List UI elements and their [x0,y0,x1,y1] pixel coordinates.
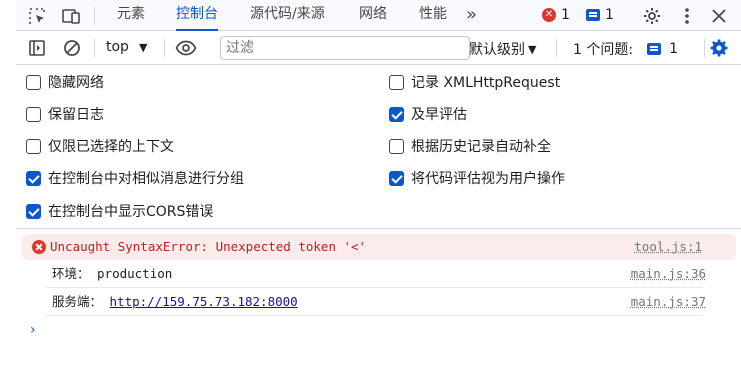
console-toolbar: top ▼ 默认级别 ▼ 1 个问题: 1 [16,31,741,65]
log-levels-label: 默认级别 [469,42,525,58]
toolbar-divider [94,39,95,57]
issues-count: 1 [669,41,678,57]
checkbox-checked[interactable] [389,106,404,122]
option-label: 在控制台中对相似消息进行分组 [48,171,244,187]
message-source-link[interactable]: tool.js:1 [634,234,702,260]
checkbox[interactable] [389,74,404,90]
option-label: 及早评估 [411,107,467,123]
tabbar-divider [94,7,95,25]
issues-label: 1 个问题: [573,42,634,58]
checkbox[interactable] [26,106,41,122]
gear-icon[interactable] [641,5,663,27]
option-user-activation[interactable]: 将代码评估视为用户操作 [389,168,565,188]
option-label: 在控制台中显示CORS错误 [48,204,214,220]
error-icon [32,240,46,254]
issues-icon [647,43,662,55]
device-toolbar-icon[interactable] [60,5,82,27]
option-label: 记录 XMLHttpRequest [411,75,561,91]
tab-elements[interactable]: 元素 [117,0,145,31]
console-message-error[interactable]: Uncaught SyntaxError: Unexpected token '… [22,234,736,260]
message-counter[interactable]: 1 [586,7,614,23]
option-selected-context-only[interactable]: 仅限已选择的上下文 [26,136,174,156]
message-count: 1 [605,7,614,23]
toolbar-divider [164,39,165,57]
message-text: 环境： production [52,266,173,281]
option-show-cors-errors[interactable]: 在控制台中显示CORS错误 [26,201,213,221]
checkbox[interactable] [389,138,404,154]
dropdown-arrow-icon: ▼ [528,42,537,56]
row-divider [46,315,702,316]
toolbar-divider [704,39,705,57]
option-group-similar[interactable]: 在控制台中对相似消息进行分组 [26,168,244,188]
console-message-log[interactable]: 服务端： http://159.75.73.182:8000 main.js:3… [22,289,736,315]
checkbox[interactable] [26,74,41,90]
error-counter[interactable]: ✕ 1 [542,7,570,23]
error-count: 1 [561,7,570,23]
console-output: Uncaught SyntaxError: Unexpected token '… [16,230,741,389]
more-options-icon[interactable] [676,5,698,27]
option-label: 仅限已选择的上下文 [48,139,174,155]
option-preserve-log[interactable]: 保留日志 [26,104,104,124]
tab-network[interactable]: 网络 [359,0,387,31]
option-label: 隐藏网络 [48,75,104,91]
option-label: 将代码评估视为用户操作 [411,171,565,187]
error-badge-icon: ✕ [542,8,556,22]
checkbox[interactable] [26,138,41,154]
inspect-element-icon[interactable] [26,5,48,27]
left-gutter [0,0,16,389]
more-tabs-button[interactable]: » [466,0,477,31]
eye-icon[interactable] [175,37,197,59]
dropdown-arrow-icon: ▼ [138,40,148,54]
close-icon[interactable] [708,5,730,27]
log-levels-dropdown[interactable]: 默认级别 ▼ [469,39,536,59]
tab-performance[interactable]: 性能 [419,0,447,31]
console-settings-gear-icon[interactable] [708,37,730,59]
console-settings-panel: 隐藏网络 保留日志 仅限已选择的上下文 在控制台中对相似消息进行分组 在控制台中… [16,65,741,229]
message-text: 服务端： http://159.75.73.182:8000 [52,289,298,315]
option-log-xhr[interactable]: 记录 XMLHttpRequest [389,72,560,92]
show-sidebar-icon[interactable] [26,37,48,59]
message-text: Uncaught SyntaxError: Unexpected token '… [50,239,367,254]
toolbar-divider [556,39,557,57]
checkbox-checked[interactable] [26,203,41,219]
context-value: top [106,39,129,55]
message-badge-icon [586,9,600,21]
context-selector[interactable]: top ▼ [106,39,147,55]
message-source-link[interactable]: main.js:37 [631,289,706,315]
clear-console-icon[interactable] [61,37,83,59]
option-label: 保留日志 [48,107,104,123]
row-divider [46,287,702,288]
checkbox-checked[interactable] [26,170,41,186]
filter-input[interactable] [220,36,470,60]
option-autocomplete-history[interactable]: 根据历史记录自动补全 [389,136,551,156]
devtools-tabbar: 元素 控制台 源代码/来源 网络 性能 » ✕ 1 1 [16,0,741,31]
option-hide-network[interactable]: 隐藏网络 [26,72,104,92]
issues-button[interactable]: 1 个问题: 1 [573,39,678,59]
console-prompt-chevron-icon[interactable]: › [30,322,36,338]
checkbox-checked[interactable] [389,170,404,186]
server-url-link[interactable]: http://159.75.73.182:8000 [110,294,298,309]
message-source-link[interactable]: main.js:36 [631,261,706,287]
option-eager-evaluation[interactable]: 及早评估 [389,104,467,124]
tab-sources[interactable]: 源代码/来源 [250,0,325,31]
tab-console[interactable]: 控制台 [176,0,218,31]
option-label: 根据历史记录自动补全 [411,139,551,155]
message-prefix: 服务端： [52,294,110,309]
console-message-log[interactable]: 环境： production main.js:36 [22,261,736,287]
